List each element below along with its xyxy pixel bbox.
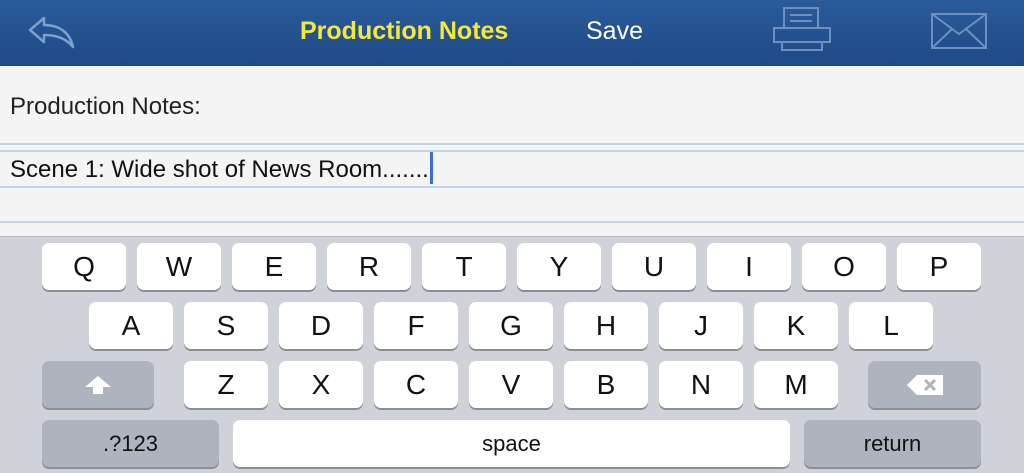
key-j[interactable]: J: [659, 302, 743, 349]
key-f[interactable]: F: [374, 302, 458, 349]
shift-key[interactable]: [42, 361, 154, 408]
key-a[interactable]: A: [89, 302, 173, 349]
key-x[interactable]: X: [279, 361, 363, 408]
key-i[interactable]: I: [707, 243, 791, 290]
key-v[interactable]: V: [469, 361, 553, 408]
key-w[interactable]: W: [137, 243, 221, 290]
paper-rule: [0, 143, 1024, 145]
key-z[interactable]: Z: [184, 361, 268, 408]
key-n[interactable]: N: [659, 361, 743, 408]
nav-title: Production Notes: [300, 17, 509, 45]
key-u[interactable]: U: [612, 243, 696, 290]
key-c[interactable]: C: [374, 361, 458, 408]
printer-icon[interactable]: [770, 6, 834, 52]
key-l[interactable]: L: [849, 302, 933, 349]
shift-icon: [85, 375, 111, 394]
backspace-key[interactable]: [868, 361, 981, 408]
key-y[interactable]: Y: [517, 243, 601, 290]
return-key[interactable]: return: [804, 420, 981, 467]
notes-heading: Production Notes:: [10, 93, 201, 120]
key-q[interactable]: Q: [42, 243, 126, 290]
text-caret: [429, 152, 433, 184]
key-b[interactable]: B: [564, 361, 648, 408]
key-r[interactable]: R: [327, 243, 411, 290]
numbers-key[interactable]: .?123: [42, 420, 219, 467]
key-t[interactable]: T: [422, 243, 506, 290]
paper-rule: [0, 221, 1024, 223]
key-e[interactable]: E: [232, 243, 316, 290]
back-arrow-icon[interactable]: [26, 14, 78, 50]
key-o[interactable]: O: [802, 243, 886, 290]
paper-rule: [0, 186, 1024, 188]
notes-editor[interactable]: Production Notes: Scene 1: Wide shot of …: [0, 66, 1024, 236]
key-h[interactable]: H: [564, 302, 648, 349]
key-m[interactable]: M: [754, 361, 838, 408]
notes-line-text: Scene 1: Wide shot of News Room.......: [10, 156, 429, 183]
key-p[interactable]: P: [897, 243, 981, 290]
mail-icon[interactable]: [930, 12, 988, 50]
navigation-bar: Production Notes Save: [0, 0, 1024, 66]
save-button[interactable]: Save: [586, 17, 643, 46]
key-k[interactable]: K: [754, 302, 838, 349]
key-d[interactable]: D: [279, 302, 363, 349]
on-screen-keyboard: Q W E R T Y U I O P A S D F G H J K L Z …: [0, 236, 1024, 473]
backspace-icon: [906, 374, 943, 395]
key-s[interactable]: S: [184, 302, 268, 349]
notes-text-line[interactable]: Scene 1: Wide shot of News Room.......: [10, 152, 433, 184]
key-g[interactable]: G: [469, 302, 553, 349]
space-key[interactable]: space: [233, 420, 790, 467]
